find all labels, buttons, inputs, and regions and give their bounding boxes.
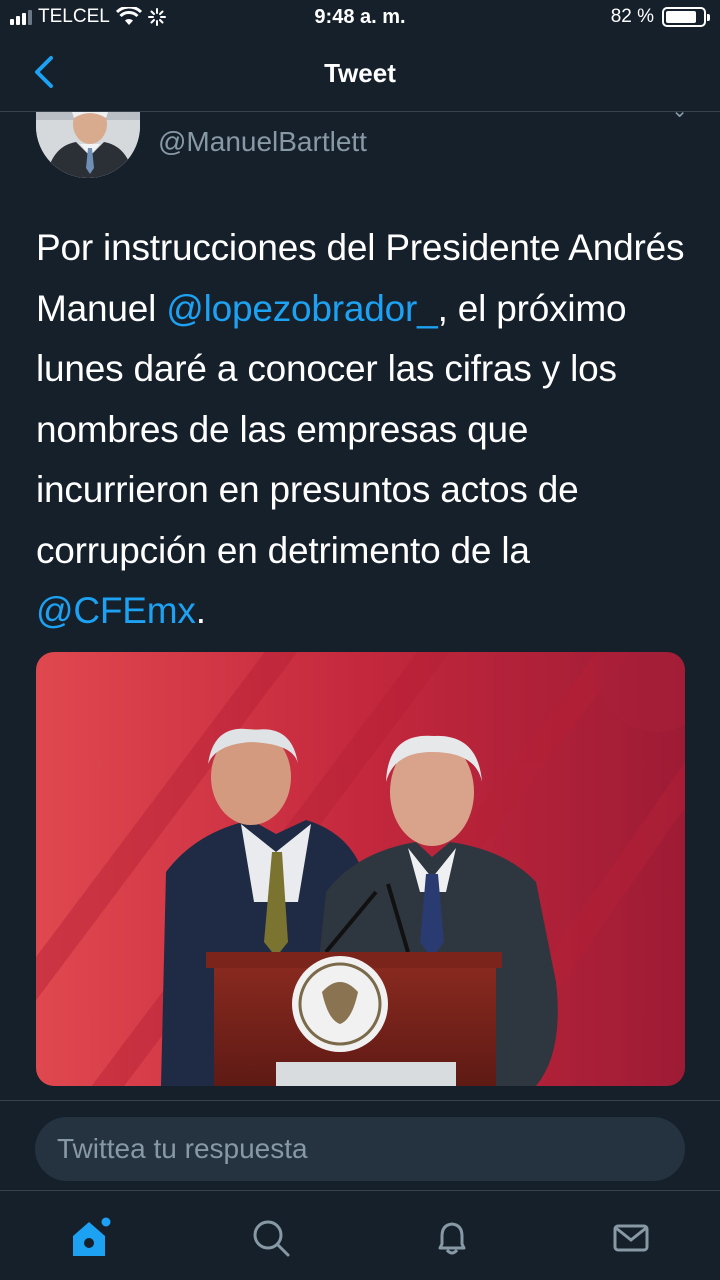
photo-image xyxy=(36,652,685,1086)
tweet-photo[interactable] xyxy=(36,652,685,1086)
tab-messages[interactable] xyxy=(606,1213,656,1263)
mention-cfemx[interactable]: @CFEmx xyxy=(36,590,196,631)
reply-bar: Twittea tu respuesta xyxy=(0,1100,720,1186)
search-icon xyxy=(253,1220,290,1257)
tab-home[interactable] xyxy=(66,1213,116,1263)
mention-lopezobrador[interactable]: @lopezobrador_ xyxy=(166,288,438,329)
tab-notifications[interactable] xyxy=(427,1213,477,1263)
reply-input[interactable]: Twittea tu respuesta xyxy=(35,1117,685,1181)
nav-header: Tweet xyxy=(0,36,720,112)
tweet-text-part: . xyxy=(195,590,206,631)
battery-icon xyxy=(662,7,710,27)
battery-fill xyxy=(666,11,696,23)
status-right: 82 % xyxy=(610,6,710,28)
bell-icon xyxy=(438,1222,466,1255)
battery-percent: 82 % xyxy=(610,6,654,27)
tab-bar xyxy=(0,1190,720,1280)
tweet-text-part: , el próximo lunes daré a conocer las ci… xyxy=(36,287,627,571)
page-title: Tweet xyxy=(324,58,396,88)
home-icon xyxy=(73,1217,111,1256)
tab-search[interactable] xyxy=(246,1213,296,1263)
tweet-text: Por instrucciones del Presidente Andrés … xyxy=(36,218,696,642)
mail-icon xyxy=(613,1224,649,1252)
status-bar: TELCEL 9:48 a. m. 82 % xyxy=(0,0,720,36)
author-handle[interactable]: @ManuelBartlett xyxy=(158,126,367,158)
